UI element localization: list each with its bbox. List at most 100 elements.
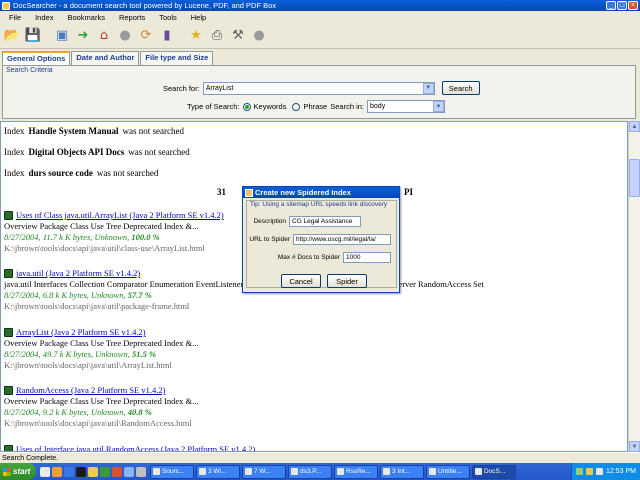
- system-tray: 12:53 PM: [571, 463, 640, 480]
- start-button[interactable]: start: [0, 463, 36, 480]
- taskbar-button[interactable]: 3 Wi...: [196, 464, 240, 479]
- document-icon: [4, 268, 13, 278]
- bookmark-star-icon[interactable]: ★: [187, 27, 205, 45]
- quick-launch-icon[interactable]: [88, 466, 98, 477]
- task-app-icon: [291, 468, 298, 475]
- book-icon[interactable]: ▮: [158, 27, 176, 45]
- tab-date-and-author[interactable]: Date and Author: [71, 51, 140, 65]
- quick-launch-icon[interactable]: [52, 466, 62, 477]
- forward-icon[interactable]: ➜: [74, 27, 92, 45]
- scroll-down-icon[interactable]: ▼: [629, 441, 640, 452]
- spider-button[interactable]: Spider: [327, 274, 367, 288]
- max-docs-label: Max # Docs to Spider: [277, 254, 340, 261]
- dialog-title-bar[interactable]: Create new Spidered Index: [243, 187, 399, 198]
- quick-launch-icon[interactable]: [76, 466, 86, 477]
- result-item: ArrayList (Java 2 Platform SE v1.4.2) Ov…: [4, 327, 624, 370]
- quick-launch: [36, 466, 150, 477]
- tray-icon[interactable]: [576, 468, 584, 475]
- result-link[interactable]: RandomAccess (Java 2 Platform SE v1.4.2): [16, 385, 165, 395]
- taskbar-button[interactable]: ds3.P...: [288, 464, 332, 479]
- tab-file-type-and-size[interactable]: File type and Size: [140, 51, 214, 65]
- description-label: Description: [253, 218, 286, 225]
- max-docs-field[interactable]: 1000: [343, 252, 391, 263]
- quick-launch-icon[interactable]: [136, 466, 146, 477]
- taskbar-button[interactable]: 7 W...: [242, 464, 286, 479]
- window-title-bar[interactable]: DocSearcher - a document search tool pow…: [0, 0, 640, 11]
- menu-help[interactable]: Help: [184, 13, 213, 22]
- taskbar-button[interactable]: Untitle...: [426, 464, 470, 479]
- menu-tools[interactable]: Tools: [152, 13, 184, 22]
- dialog-app-icon: [245, 188, 253, 197]
- task-app-icon: [153, 468, 160, 475]
- taskbar-button[interactable]: DocS...: [472, 464, 516, 479]
- tray-icon[interactable]: [586, 468, 594, 475]
- create-spidered-index-dialog: Create new Spidered Index Tip: Using a s…: [242, 186, 400, 293]
- description-field[interactable]: CG Legal Assistance: [289, 216, 361, 227]
- search-input[interactable]: ArrayList ▼: [202, 81, 435, 95]
- status-text: Search Complete.: [2, 454, 59, 462]
- result-link[interactable]: Uses of Interface java.util.RandomAccess…: [16, 444, 255, 451]
- tab-general-options[interactable]: General Options: [2, 51, 71, 66]
- save-icon[interactable]: 💾: [24, 27, 42, 45]
- chevron-down-icon[interactable]: ▼: [422, 82, 434, 94]
- toolbar: 📂 💾 ▣ ➜ ⌂ ● ⟳ ▮ ★ ⎙ ⚒ ●: [0, 23, 640, 49]
- quick-launch-icon[interactable]: [100, 466, 110, 477]
- result-meta: 8/27/2004, 49.7 k K bytes, Unknown, 51.5…: [4, 349, 157, 359]
- stop-icon[interactable]: ●: [116, 27, 134, 45]
- refresh-icon[interactable]: ⟳: [137, 27, 155, 45]
- maximize-icon[interactable]: □: [617, 1, 627, 10]
- result-snippet: Overview Package Class Use Tree Deprecat…: [4, 396, 199, 406]
- scroll-thumb[interactable]: [629, 159, 640, 197]
- taskbar-tasks: Sourc... 3 Wi... 7 W... ds3.P... RssRe... 3 I…: [150, 464, 571, 479]
- search-in-label: Search in:: [330, 102, 365, 111]
- dialog-title: Create new Spidered Index: [255, 188, 351, 197]
- menu-file[interactable]: File: [2, 13, 28, 22]
- tray-icon[interactable]: [596, 468, 604, 475]
- close-icon[interactable]: ×: [628, 1, 638, 10]
- taskbar-button[interactable]: Sourc...: [150, 464, 194, 479]
- keywords-label: Keywords: [253, 102, 287, 111]
- chevron-down-icon[interactable]: ▼: [433, 101, 445, 112]
- print-icon[interactable]: ⎙: [208, 27, 226, 45]
- search-in-select[interactable]: body ▼: [367, 100, 446, 113]
- taskbar-button[interactable]: 3 Int...: [380, 464, 424, 479]
- result-link[interactable]: java.util (Java 2 Platform SE v1.4.2): [16, 268, 140, 278]
- menu-index[interactable]: Index: [28, 13, 60, 22]
- result-link[interactable]: Uses of Class java.util.ArrayList (Java …: [16, 210, 224, 220]
- cancel-button[interactable]: Cancel: [281, 274, 321, 288]
- quick-launch-icon[interactable]: [40, 466, 50, 477]
- import-icon[interactable]: ▣: [53, 27, 71, 45]
- minimize-icon[interactable]: _: [606, 1, 616, 10]
- search-criteria-legend: Search Criteria: [6, 67, 53, 74]
- app-icon: [2, 1, 10, 10]
- document-icon: [4, 444, 13, 451]
- task-app-icon: [337, 468, 344, 475]
- home-icon[interactable]: ⌂: [95, 27, 113, 45]
- windows-flag-icon: [3, 467, 11, 476]
- quick-launch-icon[interactable]: [64, 466, 74, 477]
- index-notice: Index durs source code was not searched: [4, 168, 159, 178]
- quick-launch-icon[interactable]: [112, 466, 122, 477]
- phrase-radio[interactable]: [292, 102, 301, 111]
- result-meta: 8/27/2004, 9.2 k K bytes, Unknown, 40.8 …: [4, 407, 152, 417]
- task-app-icon: [383, 468, 390, 475]
- index-notice: Index Handle System Manual was not searche…: [4, 126, 184, 136]
- open-icon[interactable]: 📂: [3, 27, 21, 45]
- results-scrollbar[interactable]: ▲ ▼: [628, 121, 640, 452]
- document-icon: [4, 210, 13, 220]
- url-field[interactable]: http://www.uscg.mil/legal/la/: [293, 234, 391, 245]
- result-link[interactable]: ArrayList (Java 2 Platform SE v1.4.2): [16, 327, 146, 337]
- exit-icon[interactable]: ●: [250, 27, 268, 45]
- scroll-up-icon[interactable]: ▲: [629, 121, 640, 132]
- menu-bookmarks[interactable]: Bookmarks: [60, 13, 112, 22]
- taskbar: start Sourc... 3 Wi... 7 W... ds3.P... RssRe…: [0, 463, 640, 480]
- result-item: RandomAccess (Java 2 Platform SE v1.4.2)…: [4, 385, 624, 428]
- tools-icon[interactable]: ⚒: [229, 27, 247, 45]
- menu-reports[interactable]: Reports: [112, 13, 152, 22]
- keywords-radio[interactable]: [242, 102, 251, 111]
- search-button[interactable]: Search: [441, 81, 480, 95]
- result-snippet: Overview Package Class Use Tree Deprecat…: [4, 338, 199, 348]
- quick-launch-icon[interactable]: [124, 466, 134, 477]
- taskbar-button[interactable]: RssRe...: [334, 464, 378, 479]
- task-app-icon: [245, 468, 252, 475]
